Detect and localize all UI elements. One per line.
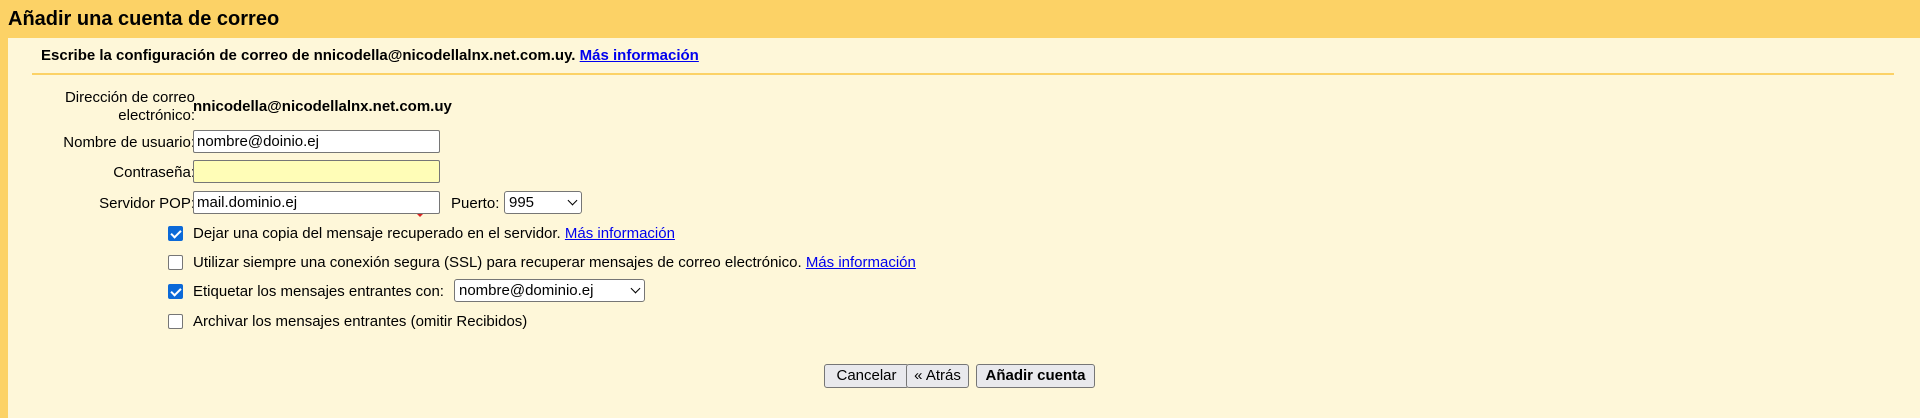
port-select[interactable]: 995 bbox=[504, 191, 582, 214]
label-incoming-label: Etiquetar los mensajes entrantes con: bbox=[193, 283, 444, 300]
chevron-down-icon bbox=[567, 195, 578, 206]
intro-more-info-link[interactable]: Más información bbox=[580, 47, 699, 64]
archive-incoming-label: Archivar los mensajes entrantes (omitir … bbox=[193, 313, 528, 330]
ssl-more-info-link[interactable]: Más información bbox=[806, 254, 916, 271]
port-label: Puerto: bbox=[451, 195, 500, 212]
pop-server-input[interactable] bbox=[193, 191, 440, 214]
label-incoming-checkbox[interactable] bbox=[168, 284, 183, 299]
settings-intro-text: Escribe la configuración de correo de nn… bbox=[41, 47, 576, 64]
password-label: Contraseña: bbox=[113, 164, 195, 181]
checkmark-icon bbox=[170, 285, 182, 297]
archive-incoming-checkbox[interactable] bbox=[168, 314, 183, 329]
port-select-value: 995 bbox=[509, 194, 535, 211]
mail-settings-panel: Escribe la configuración de correo de nn… bbox=[8, 38, 1920, 418]
settings-intro: Escribe la configuración de correo de nn… bbox=[41, 46, 699, 66]
checkmark-icon bbox=[170, 227, 182, 239]
email-address-label: Dirección de correo electrónico: bbox=[64, 89, 195, 124]
keep-copy-checkbox[interactable] bbox=[168, 226, 183, 241]
add-account-button[interactable]: Añadir cuenta bbox=[976, 364, 1095, 388]
window-title: Añadir una cuenta de correo bbox=[8, 8, 280, 30]
chevron-down-icon bbox=[630, 283, 641, 294]
pop-server-label: Servidor POP: bbox=[99, 195, 195, 212]
section-divider bbox=[32, 73, 1894, 75]
keep-copy-label: Dejar una copia del mensaje recuperado e… bbox=[193, 225, 561, 242]
add-mail-account-window: Añadir una cuenta de correo Escribe la c… bbox=[0, 0, 1920, 418]
keep-copy-option: Dejar una copia del mensaje recuperado e… bbox=[193, 225, 675, 243]
ssl-option: Utilizar siempre una conexión segura (SS… bbox=[193, 254, 916, 272]
username-label: Nombre de usuario: bbox=[63, 134, 195, 151]
incoming-label-select-value: nombre@dominio.ej bbox=[459, 282, 594, 299]
keep-copy-more-info-link[interactable]: Más información bbox=[565, 225, 675, 242]
email-address-value: nnicodella@nicodellalnx.net.com.uy bbox=[193, 98, 452, 115]
cancel-button[interactable]: Cancelar bbox=[824, 364, 909, 388]
password-input[interactable] bbox=[193, 160, 440, 183]
back-button[interactable]: « Atrás bbox=[906, 364, 969, 388]
ssl-checkbox[interactable] bbox=[168, 255, 183, 270]
ssl-label: Utilizar siempre una conexión segura (SS… bbox=[193, 254, 802, 271]
username-input[interactable] bbox=[193, 130, 440, 153]
incoming-label-select[interactable]: nombre@dominio.ej bbox=[454, 279, 645, 302]
